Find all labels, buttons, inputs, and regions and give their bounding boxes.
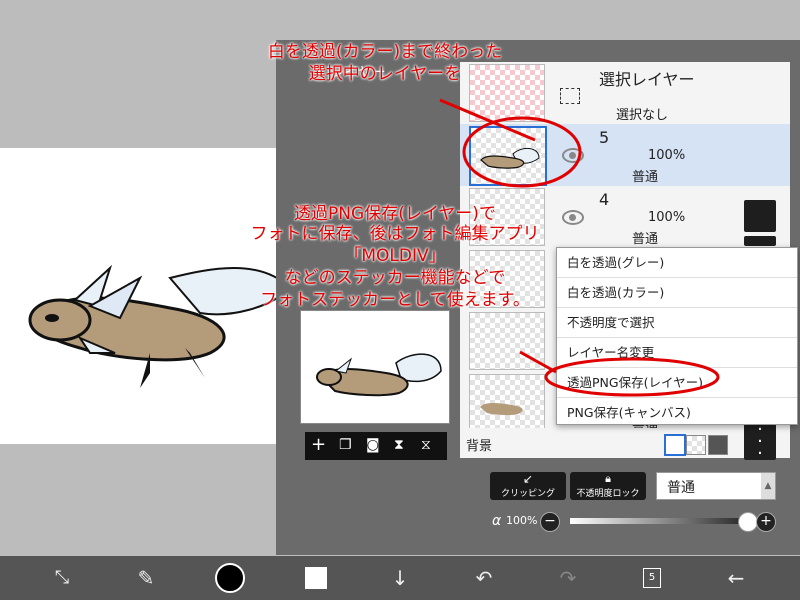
annotation-circle-menu bbox=[544, 357, 720, 397]
annotation-arrow-top bbox=[439, 98, 536, 142]
annotation-arrow-menu bbox=[519, 350, 557, 374]
download-arrow-icon[interactable]: ↓ bbox=[380, 556, 420, 600]
secondary-color-swatch[interactable] bbox=[296, 556, 336, 600]
back-arrow-icon[interactable]: ← bbox=[716, 556, 756, 600]
layers-button[interactable]: 5 bbox=[632, 556, 672, 600]
transform-tool-icon[interactable]: ⤡ bbox=[42, 556, 82, 600]
bottom-toolbar: ⤡ ✎ ↓ ↶ ↷ 5 ← bbox=[0, 556, 800, 600]
annotation-overlay bbox=[439, 98, 720, 397]
annotation-circle-layer bbox=[462, 116, 582, 188]
layer-count-badge: 5 bbox=[643, 568, 661, 588]
undo-icon[interactable]: ↶ bbox=[464, 556, 504, 600]
color-picker-button[interactable] bbox=[210, 556, 250, 600]
brush-icon[interactable]: ✎ bbox=[126, 556, 166, 600]
redo-icon[interactable]: ↷ bbox=[548, 556, 588, 600]
